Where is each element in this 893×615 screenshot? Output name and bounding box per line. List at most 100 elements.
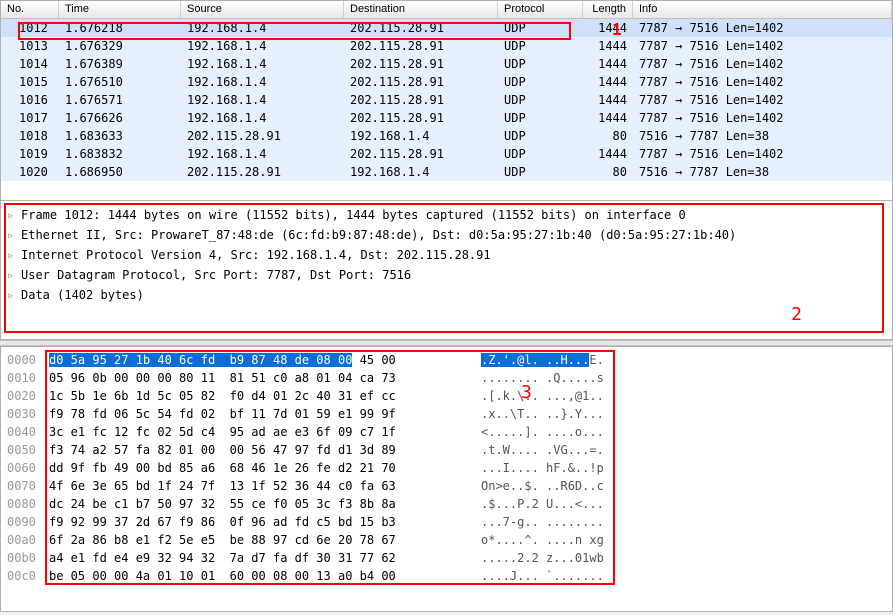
packet-list-pane[interactable]: No. Time Source Destination Protocol Len… [0, 0, 893, 200]
hex-dump-pane[interactable]: 0000d0 5a 95 27 1b 40 6c fd b9 87 48 de … [0, 346, 893, 612]
hex-ascii: ...I.... hF.&..!p [453, 459, 604, 477]
detail-tree-item[interactable]: ▹Frame 1012: 1444 bytes on wire (11552 b… [7, 205, 886, 225]
hex-bytes: dc 24 be c1 b7 50 97 32 55 ce f0 05 3c f… [49, 495, 453, 513]
table-cell: UDP [498, 37, 583, 55]
hex-offset: 0070 [7, 477, 49, 495]
table-cell: 1.676626 [59, 109, 181, 127]
header-length[interactable]: Length [583, 1, 633, 18]
packet-table-body: 10121.676218192.168.1.4202.115.28.91UDP1… [1, 19, 892, 181]
expand-icon[interactable]: ▹ [7, 205, 21, 225]
table-row[interactable]: 10171.676626192.168.1.4202.115.28.91UDP1… [1, 109, 892, 127]
table-cell: 1012 [1, 19, 59, 37]
hex-line[interactable]: 0060dd 9f fb 49 00 bd 85 a6 68 46 1e 26 … [7, 459, 886, 477]
table-cell: 192.168.1.4 [181, 37, 344, 55]
hex-line[interactable]: 0030f9 78 fd 06 5c 54 fd 02 bf 11 7d 01 … [7, 405, 886, 423]
table-cell: 192.168.1.4 [181, 145, 344, 163]
table-cell: 192.168.1.4 [181, 55, 344, 73]
table-cell: 202.115.28.91 [344, 145, 498, 163]
table-cell: 1444 [583, 55, 633, 73]
table-cell: 202.115.28.91 [344, 91, 498, 109]
table-row[interactable]: 10141.676389192.168.1.4202.115.28.91UDP1… [1, 55, 892, 73]
hex-ascii: ...7-g.. ........ [453, 513, 604, 531]
table-cell: 192.168.1.4 [344, 163, 498, 181]
hex-line[interactable]: 0000d0 5a 95 27 1b 40 6c fd b9 87 48 de … [7, 351, 886, 369]
table-cell: UDP [498, 19, 583, 37]
hex-line[interactable]: 0050f3 74 a2 57 fa 82 01 00 00 56 47 97 … [7, 441, 886, 459]
expand-icon[interactable]: ▹ [7, 285, 21, 305]
table-cell: 1016 [1, 91, 59, 109]
header-no[interactable]: No. [1, 1, 59, 18]
hex-line[interactable]: 00403c e1 fc 12 fc 02 5d c4 95 ad ae e3 … [7, 423, 886, 441]
table-cell: 202.115.28.91 [344, 73, 498, 91]
hex-offset: 0000 [7, 351, 49, 369]
table-cell: 202.115.28.91 [181, 127, 344, 145]
header-destination[interactable]: Destination [344, 1, 498, 18]
table-cell: 202.115.28.91 [344, 37, 498, 55]
hex-offset: 0060 [7, 459, 49, 477]
hex-line[interactable]: 0090f9 92 99 37 2d 67 f9 86 0f 96 ad fd … [7, 513, 886, 531]
table-cell: 202.115.28.91 [181, 163, 344, 181]
hex-line[interactable]: 00b0a4 e1 fd e4 e9 32 94 32 7a d7 fa df … [7, 549, 886, 567]
table-cell: 1.683633 [59, 127, 181, 145]
table-cell: UDP [498, 127, 583, 145]
detail-tree-item[interactable]: ▹Data (1402 bytes) [7, 285, 886, 305]
expand-icon[interactable]: ▹ [7, 225, 21, 245]
table-cell: 7787 → 7516 Len=1402 [633, 55, 892, 73]
hex-line[interactable]: 00a06f 2a 86 b8 e1 f2 5e e5 be 88 97 cd … [7, 531, 886, 549]
header-protocol[interactable]: Protocol [498, 1, 583, 18]
table-cell: 1.676329 [59, 37, 181, 55]
hex-line[interactable]: 00c0be 05 00 00 4a 01 10 01 60 00 08 00 … [7, 567, 886, 585]
hex-line[interactable]: 00201c 5b 1e 6b 1d 5c 05 82 f0 d4 01 2c … [7, 387, 886, 405]
hex-offset: 0030 [7, 405, 49, 423]
hex-line[interactable]: 0080dc 24 be c1 b7 50 97 32 55 ce f0 05 … [7, 495, 886, 513]
table-cell: 1.686950 [59, 163, 181, 181]
table-cell: 192.168.1.4 [181, 109, 344, 127]
annotation-label-2: 2 [791, 304, 802, 325]
table-row[interactable]: 10181.683633202.115.28.91192.168.1.4UDP8… [1, 127, 892, 145]
table-cell: 202.115.28.91 [344, 109, 498, 127]
hex-bytes: a4 e1 fd e4 e9 32 94 32 7a d7 fa df 30 3… [49, 549, 453, 567]
table-row[interactable]: 10131.676329192.168.1.4202.115.28.91UDP1… [1, 37, 892, 55]
header-time[interactable]: Time [59, 1, 181, 18]
table-row[interactable]: 10161.676571192.168.1.4202.115.28.91UDP1… [1, 91, 892, 109]
table-row[interactable]: 10201.686950202.115.28.91192.168.1.4UDP8… [1, 163, 892, 181]
hex-offset: 0050 [7, 441, 49, 459]
packet-table-header: No. Time Source Destination Protocol Len… [1, 1, 892, 19]
hex-line[interactable]: 00704f 6e 3e 65 bd 1f 24 7f 13 1f 52 36 … [7, 477, 886, 495]
table-cell: 1.676510 [59, 73, 181, 91]
table-cell: 7787 → 7516 Len=1402 [633, 109, 892, 127]
detail-text: User Datagram Protocol, Src Port: 7787, … [21, 265, 411, 285]
detail-text: Ethernet II, Src: ProwareT_87:48:de (6c:… [21, 225, 736, 245]
table-row[interactable]: 10151.676510192.168.1.4202.115.28.91UDP1… [1, 73, 892, 91]
detail-tree-item[interactable]: ▹Ethernet II, Src: ProwareT_87:48:de (6c… [7, 225, 886, 245]
hex-ascii: On>e..$. ..R6D..c [453, 477, 604, 495]
table-cell: 1444 [583, 145, 633, 163]
table-cell: 80 [583, 163, 633, 181]
table-cell: 1444 [583, 37, 633, 55]
hex-bytes: dd 9f fb 49 00 bd 85 a6 68 46 1e 26 fe d… [49, 459, 453, 477]
packet-details-pane[interactable]: ▹Frame 1012: 1444 bytes on wire (11552 b… [0, 200, 893, 340]
table-row[interactable]: 10121.676218192.168.1.4202.115.28.91UDP1… [1, 19, 892, 37]
hex-ascii: .x..\T.. ..}.Y... [453, 405, 604, 423]
table-cell: 1444 [583, 109, 633, 127]
table-cell: 7787 → 7516 Len=1402 [633, 73, 892, 91]
hex-ascii: .$...P.2 U...<... [453, 495, 604, 513]
expand-icon[interactable]: ▹ [7, 265, 21, 285]
hex-offset: 00a0 [7, 531, 49, 549]
table-row[interactable]: 10191.683832192.168.1.4202.115.28.91UDP1… [1, 145, 892, 163]
hex-offset: 0080 [7, 495, 49, 513]
hex-ascii: .t.W.... .VG...=. [453, 441, 604, 459]
expand-icon[interactable]: ▹ [7, 245, 21, 265]
table-cell: 192.168.1.4 [181, 91, 344, 109]
hex-ascii: ....J... `....... [453, 567, 604, 585]
header-source[interactable]: Source [181, 1, 344, 18]
table-cell: 7787 → 7516 Len=1402 [633, 91, 892, 109]
hex-line[interactable]: 001005 96 0b 00 00 00 80 11 81 51 c0 a8 … [7, 369, 886, 387]
detail-tree-item[interactable]: ▹Internet Protocol Version 4, Src: 192.1… [7, 245, 886, 265]
hex-offset: 0090 [7, 513, 49, 531]
hex-bytes: 3c e1 fc 12 fc 02 5d c4 95 ad ae e3 6f 0… [49, 423, 453, 441]
table-cell: 1444 [583, 91, 633, 109]
detail-tree-item[interactable]: ▹User Datagram Protocol, Src Port: 7787,… [7, 265, 886, 285]
header-info[interactable]: Info [633, 1, 892, 18]
table-cell: 1444 [583, 73, 633, 91]
